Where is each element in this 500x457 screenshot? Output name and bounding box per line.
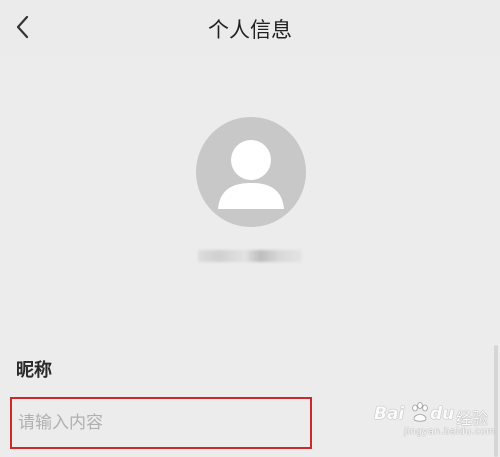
default-user-avatar-icon [218, 140, 284, 209]
blurred-username [198, 250, 302, 262]
avatar[interactable] [196, 117, 306, 227]
watermark-brand-cn: 经验 [456, 409, 489, 428]
top-bar: 个人信息 [0, 0, 500, 56]
baidu-jingyan-watermark: Bai du 经验 jingyan.baidu.com [374, 402, 496, 442]
baidu-paw-icon [412, 402, 428, 422]
nickname-label: 昵称 [16, 360, 52, 381]
watermark-brand-right: du [430, 404, 455, 424]
watermark-brand-left: Bai [374, 404, 405, 424]
watermark-url: jingyan.baidu.com [404, 427, 496, 437]
page-title: 个人信息 [208, 18, 292, 42]
nickname-input[interactable] [10, 397, 312, 449]
